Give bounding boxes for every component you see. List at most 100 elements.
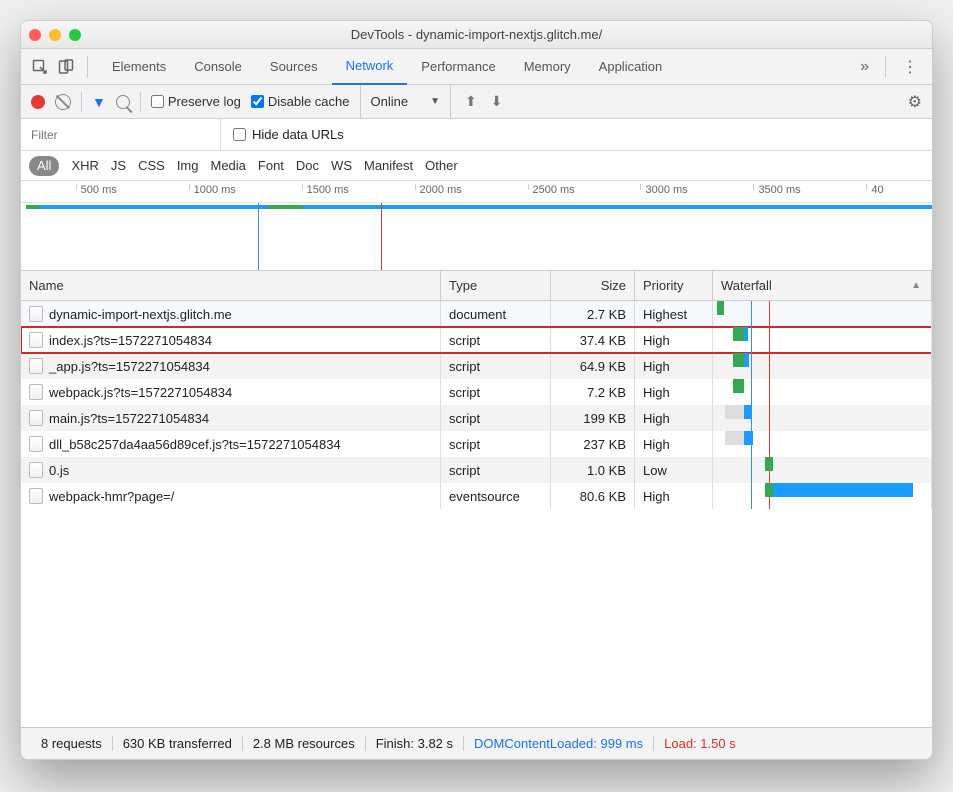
status-resources: 2.8 MB resources — [243, 736, 366, 751]
request-waterfall — [713, 327, 932, 353]
request-type: script — [441, 379, 551, 405]
column-name[interactable]: Name — [21, 271, 441, 300]
tab-application[interactable]: Application — [585, 49, 677, 85]
chevron-down-icon: ▼ — [430, 96, 440, 107]
search-icon[interactable] — [116, 95, 130, 109]
throttling-select[interactable]: Online ▼ — [360, 85, 451, 118]
status-bar: 8 requests 630 KB transferred 2.8 MB res… — [21, 727, 932, 759]
tab-console[interactable]: Console — [180, 49, 256, 85]
request-name: main.js?ts=1572271054834 — [49, 411, 209, 426]
type-filter-all[interactable]: All — [29, 156, 59, 176]
request-waterfall — [713, 379, 932, 405]
disable-cache-label: Disable cache — [268, 94, 350, 109]
network-settings-icon[interactable]: ⚙ — [908, 92, 922, 112]
request-size: 64.9 KB — [551, 353, 635, 379]
tab-sources[interactable]: Sources — [256, 49, 332, 85]
request-type-filter: All XHR JS CSS Img Media Font Doc WS Manifest Othe… — [21, 151, 932, 181]
request-waterfall — [713, 483, 932, 509]
devtools-window: DevTools - dynamic-import-nextjs.glitch.… — [20, 20, 933, 760]
request-priority: High — [635, 353, 713, 379]
column-waterfall[interactable]: Waterfall ▲ — [713, 271, 932, 300]
kebab-menu-button[interactable]: ⋮ — [896, 57, 924, 77]
close-window-button[interactable] — [29, 29, 41, 41]
request-row[interactable]: main.js?ts=1572271054834script199 KBHigh — [21, 405, 932, 431]
timeline-overview[interactable]: 500 ms1000 ms1500 ms2000 ms2500 ms3000 m… — [21, 181, 932, 271]
window-title: DevTools - dynamic-import-nextjs.glitch.… — [21, 27, 932, 42]
file-icon — [29, 358, 43, 374]
request-row[interactable]: dll_b58c257da4aa56d89cef.js?ts=157227105… — [21, 431, 932, 457]
type-filter-ws[interactable]: WS — [331, 158, 352, 173]
type-filter-font[interactable]: Font — [258, 158, 284, 173]
request-row[interactable]: dynamic-import-nextjs.glitch.medocument2… — [21, 301, 932, 327]
import-har-icon[interactable]: ⬆ — [465, 93, 477, 110]
clear-button[interactable] — [55, 94, 71, 110]
request-waterfall — [713, 457, 932, 483]
request-row[interactable]: _app.js?ts=1572271054834script64.9 KBHig… — [21, 353, 932, 379]
type-filter-css[interactable]: CSS — [138, 158, 165, 173]
type-filter-other[interactable]: Other — [425, 158, 458, 173]
column-priority[interactable]: Priority — [635, 271, 713, 300]
status-finish: Finish: 3.82 s — [366, 736, 464, 751]
file-icon — [29, 306, 43, 322]
request-row[interactable]: webpack-hmr?page=/ eventsource80.6 KBHigh — [21, 483, 932, 509]
tab-performance[interactable]: Performance — [407, 49, 509, 85]
tab-network[interactable]: Network — [332, 49, 408, 85]
file-icon — [29, 332, 43, 348]
request-priority: Highest — [635, 301, 713, 327]
request-name: webpack-hmr?page=/ — [49, 489, 174, 504]
type-filter-img[interactable]: Img — [177, 158, 199, 173]
request-type: script — [441, 457, 551, 483]
maximize-window-button[interactable] — [69, 29, 81, 41]
panel-tabs: ElementsConsoleSourcesNetworkPerformance… — [98, 49, 676, 85]
request-type: script — [441, 353, 551, 379]
request-size: 7.2 KB — [551, 379, 635, 405]
request-priority: High — [635, 431, 713, 457]
hide-data-urls-label: Hide data URLs — [252, 127, 344, 142]
request-size: 80.6 KB — [551, 483, 635, 509]
tab-elements[interactable]: Elements — [98, 49, 180, 85]
request-type: eventsource — [441, 483, 551, 509]
device-toolbar-icon[interactable] — [55, 59, 77, 75]
tab-memory[interactable]: Memory — [510, 49, 585, 85]
request-size: 37.4 KB — [551, 327, 635, 353]
request-waterfall — [713, 431, 932, 457]
request-name: 0.js — [49, 463, 69, 478]
file-icon — [29, 488, 43, 504]
timeline-tick: 3000 ms — [640, 184, 687, 190]
export-har-icon[interactable]: ⬇ — [491, 93, 503, 110]
hide-data-urls-checkbox[interactable]: Hide data URLs — [221, 127, 344, 142]
status-requests: 8 requests — [31, 736, 113, 751]
request-type: script — [441, 405, 551, 431]
minimize-window-button[interactable] — [49, 29, 61, 41]
file-icon — [29, 410, 43, 426]
request-row[interactable]: 0.jsscript1.0 KBLow — [21, 457, 932, 483]
column-size[interactable]: Size — [551, 271, 635, 300]
request-priority: Low — [635, 457, 713, 483]
file-icon — [29, 462, 43, 478]
filter-input[interactable] — [21, 119, 221, 150]
preserve-log-checkbox[interactable]: Preserve log — [151, 94, 241, 109]
type-filter-js[interactable]: JS — [111, 158, 126, 173]
type-filter-media[interactable]: Media — [210, 158, 245, 173]
request-row[interactable]: webpack.js?ts=1572271054834script7.2 KBH… — [21, 379, 932, 405]
request-waterfall — [713, 405, 932, 431]
record-button[interactable] — [31, 95, 45, 109]
request-priority: High — [635, 483, 713, 509]
window-controls — [29, 29, 81, 41]
column-type[interactable]: Type — [441, 271, 551, 300]
request-priority: High — [635, 379, 713, 405]
request-type: script — [441, 327, 551, 353]
disable-cache-checkbox[interactable]: Disable cache — [251, 94, 350, 109]
request-size: 199 KB — [551, 405, 635, 431]
timeline-tick: 2000 ms — [415, 184, 462, 190]
timeline-tick: 1500 ms — [302, 184, 349, 190]
type-filter-xhr[interactable]: XHR — [71, 158, 98, 173]
more-tabs-button[interactable]: » — [854, 58, 875, 76]
request-row[interactable]: index.js?ts=1572271054834script37.4 KBHi… — [21, 327, 932, 353]
timeline-tick: 2500 ms — [528, 184, 575, 190]
type-filter-doc[interactable]: Doc — [296, 158, 319, 173]
type-filter-manifest[interactable]: Manifest — [364, 158, 413, 173]
filter-toggle-icon[interactable]: ▼ — [92, 94, 106, 110]
timeline-tick: 40 — [866, 184, 883, 190]
inspect-element-icon[interactable] — [29, 59, 51, 75]
